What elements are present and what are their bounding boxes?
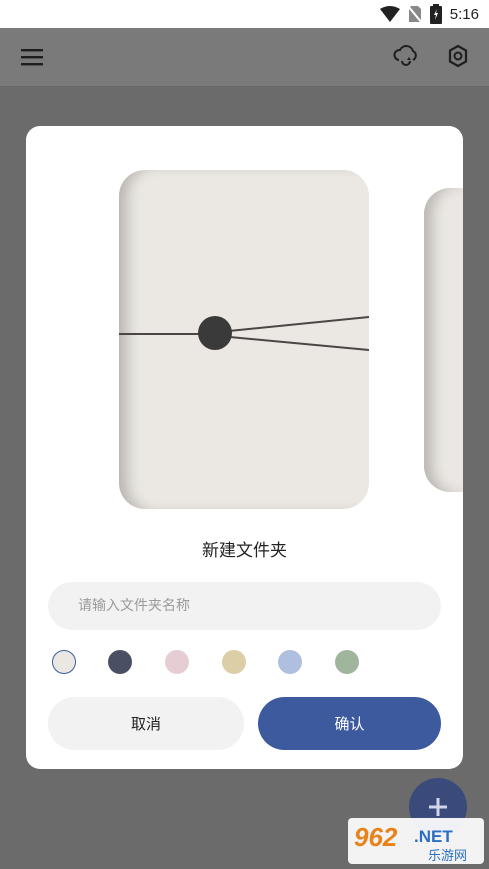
plus-icon	[429, 798, 447, 816]
color-swatch[interactable]	[278, 650, 302, 674]
svg-text:乐游网: 乐游网	[428, 849, 467, 864]
cancel-button[interactable]: 取消	[48, 697, 244, 750]
battery-icon	[429, 4, 442, 24]
svg-text:.NET: .NET	[414, 827, 453, 846]
settings-icon	[448, 44, 468, 68]
color-swatch[interactable]	[165, 650, 189, 674]
color-swatch[interactable]	[108, 650, 132, 674]
color-swatch[interactable]	[335, 650, 359, 674]
menu-icon	[21, 49, 43, 66]
app-bar	[0, 28, 489, 86]
dialog-title: 新建文件夹	[202, 541, 287, 561]
status-icons: 5:16	[379, 4, 479, 24]
new-folder-dialog: 新建文件夹 取消 确认	[26, 126, 463, 769]
svg-text:962: 962	[354, 822, 398, 852]
watermark-logo: 962 .NET 乐游网	[348, 818, 484, 864]
status-time: 5:16	[449, 5, 479, 23]
next-cover-preview[interactable]	[424, 188, 463, 492]
color-swatch[interactable]	[222, 650, 246, 674]
status-bar: 5:16	[0, 0, 489, 28]
wifi-icon	[379, 6, 400, 22]
menu-button[interactable]	[18, 44, 46, 70]
folder-name-input[interactable]	[48, 582, 441, 630]
no-sim-icon	[407, 5, 422, 23]
cloud-sync-button[interactable]	[392, 42, 420, 70]
app-bar-divider	[0, 86, 489, 87]
cover-strap-graphic	[119, 316, 369, 351]
folder-cover-preview[interactable]	[119, 170, 369, 509]
cloud-sync-icon	[393, 45, 417, 66]
confirm-button[interactable]: 确认	[258, 697, 441, 750]
settings-button[interactable]	[444, 42, 472, 70]
color-swatch[interactable]	[52, 650, 76, 674]
